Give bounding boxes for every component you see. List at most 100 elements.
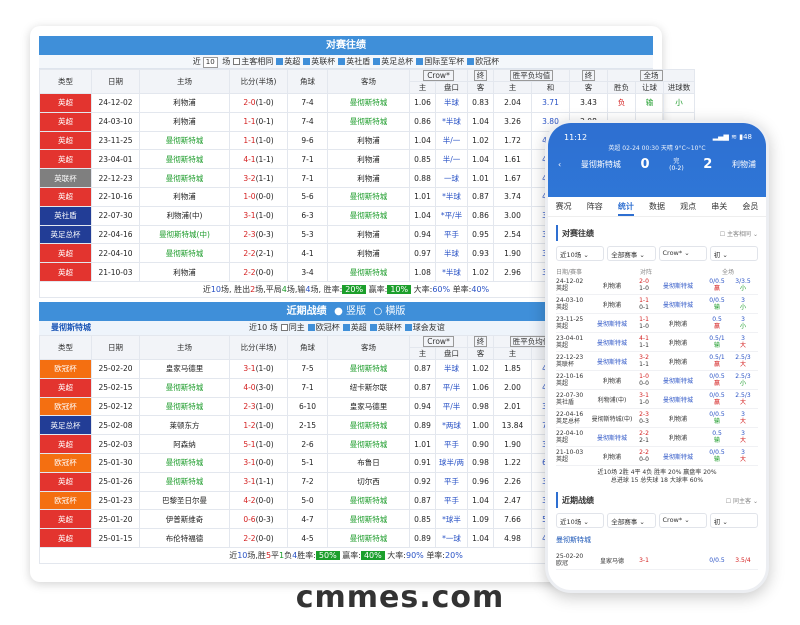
filter-checkbox[interactable]	[303, 58, 311, 65]
away-team: 纽卡斯尔联	[327, 377, 410, 398]
away-team: 曼彻斯特城	[327, 434, 410, 454]
score-cell: 4-0(3-0)	[229, 377, 288, 398]
col-score: 比分(半场)	[229, 69, 288, 94]
phone-h2h-row[interactable]: 22-04-10 英超 曼彻斯特城 2-2 2-1 利物浦 0.5 输 3 大	[556, 428, 758, 447]
phone-tab[interactable]: 串关	[711, 197, 727, 216]
count-select[interactable]: 10	[257, 323, 267, 332]
away-team: 曼彻斯特城	[327, 93, 410, 113]
score-cell: 3-1(0-0)	[229, 452, 288, 473]
filter-checkbox[interactable]	[404, 323, 412, 331]
odds: 2.26	[493, 471, 533, 492]
phone-h2h-row[interactable]: 21-10-03 英超 利物浦 2-2 0-0 曼彻斯特城 0/0.5 输 3 大	[556, 447, 758, 466]
home-team: 布伦特福德	[139, 528, 230, 548]
phone-tab[interactable]: 会员	[742, 197, 758, 216]
ph-col-all: 全场	[721, 268, 734, 276]
filter-checkbox[interactable]	[467, 58, 475, 65]
phone-filter-select[interactable]: 全部赛事 ⌄	[607, 513, 656, 528]
league-badge: 英足总杯	[39, 415, 92, 436]
phone-filter-select[interactable]: 初 ⌄	[709, 513, 758, 528]
phone-filter-select[interactable]: 近10场 ⌄	[556, 246, 605, 261]
home-team: 曼彻斯特城(中)	[139, 224, 230, 245]
league-badge: 英超	[39, 111, 92, 132]
phone-filter-select[interactable]: Crow* ⌄	[658, 246, 707, 261]
phone-filter-select[interactable]: 近10场 ⌄	[556, 513, 605, 528]
odds: 2.01	[493, 396, 533, 417]
odds: 0.91	[409, 452, 436, 473]
phone-recent-row[interactable]: 25-02-20 欧冠 皇家马德 3-1 0/0.5 3.5/4	[556, 551, 758, 570]
sub-header: 客	[467, 81, 495, 94]
odds: 1.00	[467, 415, 495, 436]
odds: 1.06	[409, 93, 436, 113]
filter-checkbox[interactable]	[276, 58, 284, 65]
layout-vertical-option[interactable]: ● 竖版	[334, 306, 366, 317]
odds: 1.04	[409, 205, 436, 226]
phone-tab[interactable]: 统计	[617, 197, 634, 216]
league-badge: 英足总杯	[39, 224, 92, 245]
sub-header: 主	[409, 81, 436, 94]
filter-label: 英社盾	[346, 57, 371, 66]
phone-same2-toggle[interactable]: ☐ 同主客 ⌄	[726, 496, 758, 505]
phone-h2h-row[interactable]: 24-12-02 英超 利物浦 2-0 1-0 曼彻斯特城 0/0.5 赢 3/3.5 小	[556, 276, 758, 295]
score-cell: 3-2(1-1)	[229, 168, 288, 188]
phone-h2h-row[interactable]: 22-10-16 英超 利物浦 1-0 0-0 曼彻斯特城 0/0.5 赢 2.5/3 小	[556, 371, 758, 390]
filter-checkbox[interactable]	[416, 58, 424, 65]
phone-tab[interactable]: 阵容	[587, 197, 603, 216]
filter-checkbox[interactable]	[342, 323, 350, 331]
settle-select[interactable]: 终	[467, 69, 495, 82]
phone-h2h-row[interactable]: 24-03-10 英超 利物浦 1-1 0-1 曼彻斯特城 0/0.5 输 3 小	[556, 295, 758, 314]
filter-checkbox[interactable]	[280, 323, 288, 331]
phone-h2h-row[interactable]: 23-04-01 英超 曼彻斯特城 4-1 1-1 利物浦 0.5/1 输 3 大	[556, 333, 758, 352]
all-select[interactable]: 全场	[607, 69, 696, 82]
home-team: 伊普斯维奇	[139, 509, 230, 530]
handicap: *球半	[434, 509, 469, 530]
score-cell: 0-6(0-3)	[229, 509, 288, 530]
oddstype-select[interactable]: 胜平负均值	[493, 69, 571, 82]
league-badge: 英超	[39, 377, 92, 398]
match-league-line: 英超 02-24 00:30 天晴 9°C~10°C	[608, 145, 706, 152]
odds: 2.04	[493, 93, 533, 113]
phone-h2h-row[interactable]: 22-12-23 英联杯 曼彻斯特城 3-2 1-1 利物浦 0.5/1 赢 2.5/3 大	[556, 352, 758, 371]
league-badge: 欧冠杯	[39, 490, 92, 511]
phone-filter-select[interactable]: Crow* ⌄	[658, 513, 707, 528]
filter-checkbox[interactable]	[373, 58, 381, 65]
phone-tab[interactable]: 观点	[680, 197, 696, 216]
match-date: 25-01-30	[91, 452, 140, 473]
match-date: 22-04-16	[91, 224, 140, 245]
handicap: 平手	[434, 434, 469, 454]
filter-checkbox[interactable]	[307, 323, 315, 331]
away-team: 曼彻斯特城	[327, 415, 410, 436]
phone-h2h-row[interactable]: 23-11-25 英超 曼彻斯特城 1-1 1-0 利物浦 0.5 赢 3 小	[556, 314, 758, 333]
layout-horizontal-option[interactable]: ○ 横版	[373, 306, 405, 317]
phone-tab[interactable]: 赛况	[556, 197, 572, 216]
match-date: 22-10-16	[91, 186, 140, 207]
filter-checkbox[interactable]	[369, 323, 377, 331]
phone-filter-select[interactable]: 全部赛事 ⌄	[607, 246, 656, 261]
phone-same-toggle[interactable]: ☐ 主客相同 ⌄	[720, 229, 758, 238]
rcol-score: 比分(半场)	[229, 334, 288, 360]
score-cell: 2-3(0-3)	[229, 224, 288, 245]
handicap: *两球	[434, 415, 469, 436]
away-team: 曼彻斯特城	[327, 358, 410, 379]
phone-h2h-list: 24-12-02 英超 利物浦 2-0 1-0 曼彻斯特城 0/0.5 赢 3/3.5 小 24-0…	[556, 276, 758, 466]
away-team: 曼彻斯特城	[327, 262, 410, 282]
company-select[interactable]: Crow*	[408, 69, 469, 82]
home-team: 曼彻斯特城	[139, 452, 230, 473]
score-cell: 2-2(2-1)	[229, 243, 288, 264]
sub-header: 客	[467, 346, 495, 360]
filter-checkbox[interactable]	[233, 58, 241, 65]
phone-h2h-row[interactable]: 22-07-30 英社盾 利物浦(中) 3-1 1-0 曼彻斯特城 0/0.5 赢 2.5/3 大	[556, 390, 758, 409]
rcol-corner: 角球	[287, 334, 328, 360]
back-icon[interactable]: ‹	[558, 160, 561, 169]
filter-checkbox[interactable]	[338, 58, 346, 65]
home-team: 曼彻斯特城	[139, 168, 230, 188]
rcompany-select[interactable]: Crow*	[408, 334, 469, 348]
rsettle-select[interactable]: 终	[467, 334, 495, 348]
count-select[interactable]: 10	[202, 57, 218, 68]
league-badge: 英超	[39, 528, 92, 548]
settle2-select[interactable]: 终	[569, 69, 609, 82]
phone-tab[interactable]: 数据	[649, 197, 665, 216]
rcol-type: 类型	[39, 334, 92, 360]
score-cell: 2-0(1-0)	[229, 93, 288, 113]
phone-h2h-row[interactable]: 22-04-16 英足总杯 曼彻斯特城(中) 2-3 0-3 利物浦 0/0.5 输 3 大	[556, 409, 758, 428]
phone-filter-select[interactable]: 初 ⌄	[709, 246, 758, 261]
